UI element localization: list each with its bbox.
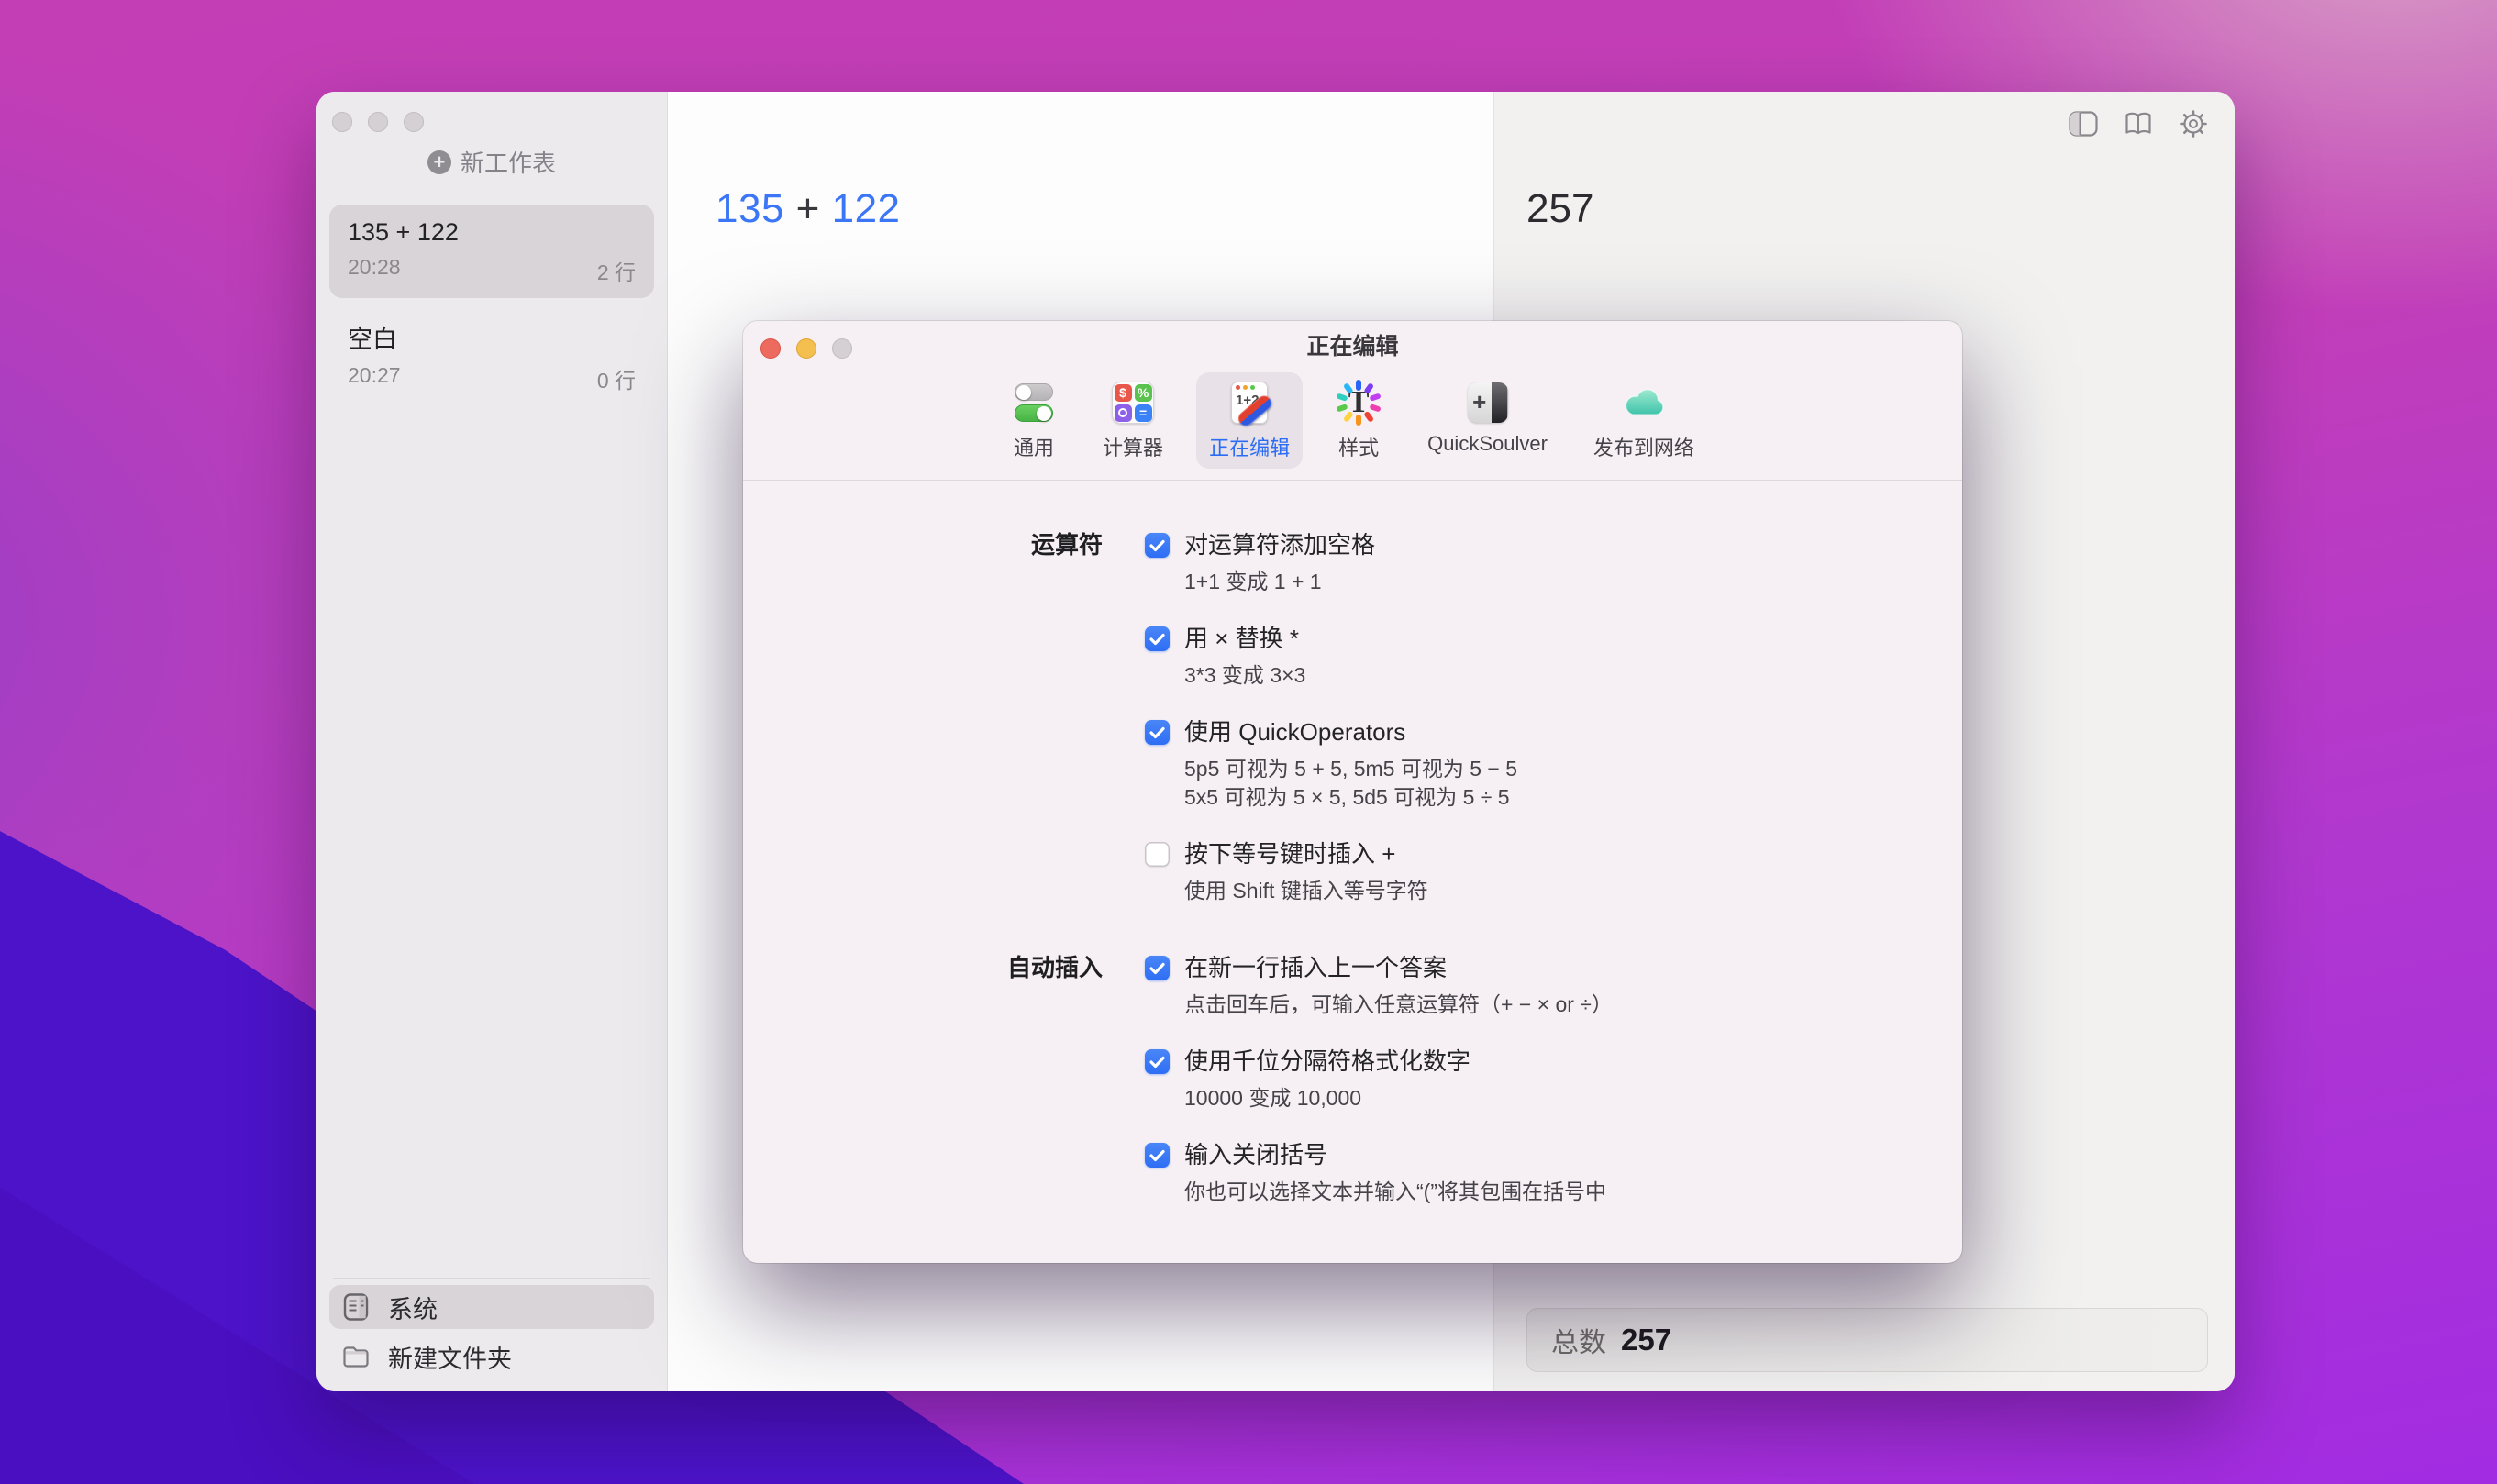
close-button[interactable] — [760, 338, 781, 359]
tab-calculator[interactable]: $% = 计算器 — [1090, 372, 1176, 469]
editing-icon: 1+2 — [1226, 380, 1272, 426]
tab-label: 正在编辑 — [1209, 432, 1290, 461]
setting-label: 使用千位分隔符格式化数字 — [1184, 1046, 1470, 1077]
worksheet-list: 135 + 122 20:28 2 行 空白 20:27 0 行 — [329, 205, 654, 406]
plus-circle-icon: + — [427, 150, 451, 174]
window-controls — [332, 112, 424, 132]
checkbox[interactable] — [1145, 956, 1170, 980]
sidebar-item-label: 新建文件夹 — [388, 1339, 512, 1375]
notebook-icon — [340, 1291, 372, 1323]
setting-row: 使用千位分隔符格式化数字 10000 变成 10,000 — [1145, 1046, 1962, 1113]
checkbox[interactable] — [1145, 533, 1170, 558]
folder-icon — [340, 1341, 372, 1372]
tab-styles[interactable]: T 样式 — [1323, 372, 1394, 469]
tab-editing[interactable]: 1+2 正在编辑 — [1196, 372, 1303, 469]
worksheet-linecount: 0 行 — [597, 363, 636, 394]
worksheet-title: 135 + 122 — [348, 218, 636, 247]
expression-operator: + — [796, 186, 820, 231]
checkbox[interactable] — [1145, 842, 1170, 867]
close-button[interactable] — [332, 112, 352, 132]
answer-value: 257 — [1526, 186, 1593, 232]
window-toolbar — [2068, 108, 2209, 139]
worksheet-list-item[interactable]: 空白 20:27 0 行 — [329, 305, 654, 406]
setting-label: 使用 QuickOperators — [1184, 716, 1405, 748]
sidebar-toggle-icon[interactable] — [2068, 108, 2099, 139]
setting-row: 用 × 替换 * 3*3 变成 3×3 — [1145, 623, 1962, 690]
expression-number: 135 — [716, 186, 784, 231]
checkbox[interactable] — [1145, 1049, 1170, 1074]
setting-description: 3*3 变成 3×3 — [1184, 661, 1962, 690]
sidebar-item-label: 系统 — [388, 1290, 438, 1325]
setting-label: 用 × 替换 * — [1184, 623, 1299, 654]
tab-quicksoulver[interactable]: + QuickSoulver — [1415, 372, 1560, 463]
preferences-toolbar: 通用 $% = 计算器 1+2 — [743, 372, 1962, 480]
section-label: 自动插入 — [743, 952, 1145, 1233]
setting-row: 在新一行插入上一个答案 点击回车后，可输入任意运算符（+ − × or ÷） — [1145, 952, 1962, 1019]
setting-description: 5x5 可视为 5 × 5, 5d5 可视为 5 ÷ 5 — [1184, 783, 1962, 812]
worksheet-time: 20:27 — [348, 363, 401, 394]
setting-description: 点击回车后，可输入任意运算符（+ − × or ÷） — [1184, 991, 1962, 1019]
tab-label: 计算器 — [1103, 432, 1163, 461]
divider — [333, 1278, 650, 1279]
worksheet-time: 20:28 — [348, 255, 401, 286]
checkbox[interactable] — [1145, 720, 1170, 745]
setting-label: 输入关闭括号 — [1184, 1139, 1327, 1170]
tab-general[interactable]: 通用 — [998, 372, 1070, 469]
section-label: 运算符 — [743, 529, 1145, 932]
setting-label: 对运算符添加空格 — [1184, 529, 1375, 560]
minimize-button[interactable] — [368, 112, 388, 132]
calculator-icon: $% = — [1110, 380, 1156, 426]
worksheet-sidebar: + 新工作表 135 + 122 20:28 2 行 空白 20:27 0 行 — [316, 92, 668, 1391]
tab-label: 发布到网络 — [1593, 432, 1694, 461]
setting-description: 使用 Shift 键插入等号字符 — [1184, 877, 1962, 905]
new-worksheet-label: 新工作表 — [461, 145, 556, 179]
setting-label: 按下等号键时插入 + — [1184, 838, 1395, 869]
setting-description: 5p5 可视为 5 + 5, 5m5 可视为 5 − 5 — [1184, 755, 1962, 783]
total-bar: 总数 257 — [1526, 1308, 2208, 1372]
dialog-title: 正在编辑 — [743, 321, 1962, 372]
cloud-icon — [1621, 380, 1667, 426]
tab-publish-web[interactable]: 发布到网络 — [1581, 372, 1707, 469]
checkbox[interactable] — [1145, 1143, 1170, 1168]
desktop: + 新工作表 135 + 122 20:28 2 行 空白 20:27 0 行 — [0, 0, 2497, 1484]
worksheet-linecount: 2 行 — [597, 255, 636, 286]
sidebar-footer: 系统 新建文件夹 — [329, 1278, 654, 1379]
tab-label: 通用 — [1014, 432, 1054, 461]
total-value: 257 — [1621, 1323, 1671, 1357]
worksheet-title: 空白 — [348, 319, 636, 355]
setting-row: 对运算符添加空格 1+1 变成 1 + 1 — [1145, 529, 1962, 596]
tab-label: 样式 — [1338, 432, 1379, 461]
new-worksheet-button[interactable]: + 新工作表 — [316, 145, 667, 179]
section-operators: 运算符 对运算符添加空格 1+1 变成 1 + 1 — [743, 529, 1962, 932]
dialog-titlebar: 正在编辑 — [743, 321, 1962, 372]
book-icon[interactable] — [2123, 108, 2154, 139]
sidebar-item-new-folder[interactable]: 新建文件夹 — [329, 1334, 654, 1379]
worksheet-list-item[interactable]: 135 + 122 20:28 2 行 — [329, 205, 654, 298]
dialog-window-controls — [760, 338, 852, 359]
expression-number: 122 — [832, 186, 901, 231]
zoom-button[interactable] — [404, 112, 424, 132]
setting-row: 使用 QuickOperators 5p5 可视为 5 + 5, 5m5 可视为… — [1145, 716, 1962, 812]
setting-row: 按下等号键时插入 + 使用 Shift 键插入等号字符 — [1145, 838, 1962, 905]
zoom-button[interactable] — [832, 338, 852, 359]
preferences-dialog: 正在编辑 通用 $% = 计算器 — [743, 321, 1962, 1263]
setting-description: 你也可以选择文本并输入“(”将其包围在括号中 — [1184, 1178, 1962, 1206]
styles-icon: T — [1336, 380, 1382, 426]
section-auto-insert: 自动插入 在新一行插入上一个答案 点击回车后，可输入任意运算符（+ − × or… — [743, 952, 1962, 1233]
total-label: 总数 — [1551, 1320, 1606, 1360]
setting-description: 10000 变成 10,000 — [1184, 1084, 1962, 1113]
toggles-icon — [1011, 380, 1057, 426]
gear-icon[interactable] — [2178, 108, 2209, 139]
checkbox[interactable] — [1145, 626, 1170, 651]
minimize-button[interactable] — [796, 338, 816, 359]
expression-line[interactable]: 135 + 122 — [716, 186, 901, 232]
setting-label: 在新一行插入上一个答案 — [1184, 952, 1447, 983]
preferences-content: 运算符 对运算符添加空格 1+1 变成 1 + 1 — [743, 481, 1962, 1233]
quicksoulver-icon: + — [1465, 380, 1511, 426]
setting-row: 输入关闭括号 你也可以选择文本并输入“(”将其包围在括号中 — [1145, 1139, 1962, 1206]
tab-label: QuickSoulver — [1427, 432, 1548, 456]
setting-description: 1+1 变成 1 + 1 — [1184, 568, 1962, 596]
sidebar-item-system[interactable]: 系统 — [329, 1285, 654, 1329]
